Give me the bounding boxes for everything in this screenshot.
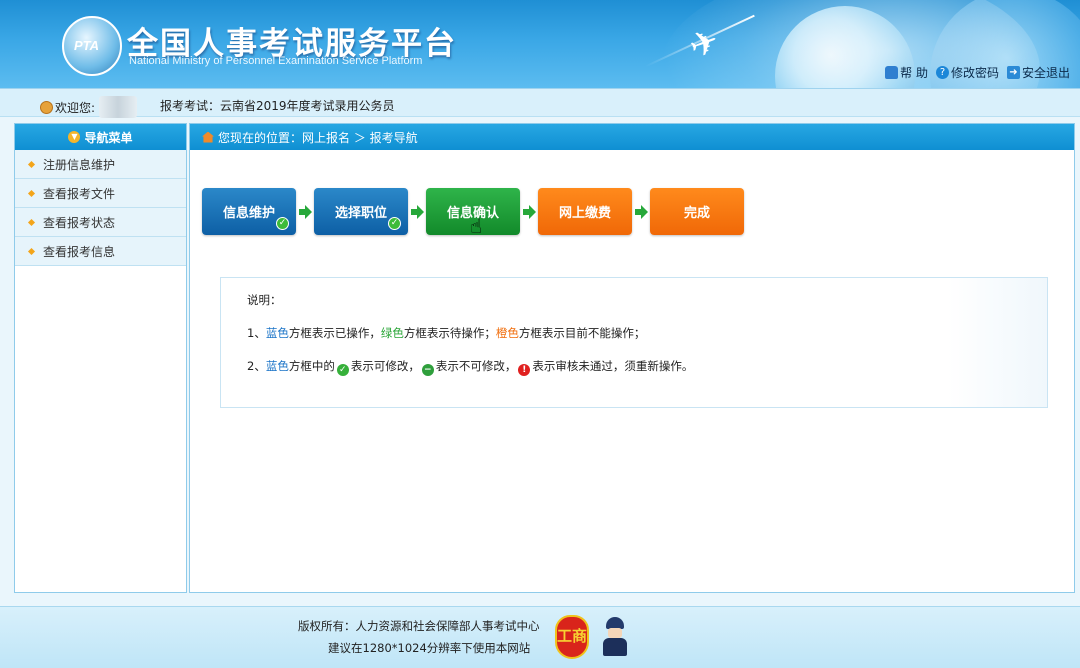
breadcrumb-text: 您现在的位置：网上报名 ＞ 报考导航 [218,130,418,145]
police-face [608,628,622,638]
logout-link[interactable]: ➜ 安全退出 [1006,64,1070,81]
lock-icon [885,66,899,79]
step-label: 信息维护 [222,206,275,221]
step-confirm-info[interactable]: 信息确认 ☝ [426,188,520,238]
business-license-badge[interactable]: 工商 [555,615,589,659]
line-text: 方框表示目前不能操作； [518,326,646,340]
instructions-box: 说明： 1、蓝色方框表示已操作，绿色方框表示待操作；橙色方框表示目前不能操作； … [220,277,1048,408]
welcome: 欢迎您: [40,96,138,118]
step-info-maintenance[interactable]: 信息维护 ✓ [202,188,296,235]
arrow-right-icon [297,202,313,222]
username-redacted [99,96,138,118]
change-password-link[interactable]: ? 修改密码 [935,64,999,81]
question-icon: ? [935,66,949,79]
bullet-icon [27,218,36,227]
line-text: 方框中的 [288,359,335,373]
sidebar-item-label: 查看报考状态 [43,215,116,230]
footer: 版权所有：人力资源和社会保障部人事考试中心 建议在1280*1024分辨率下使用… [0,606,1080,668]
user-icon [40,100,53,114]
alert-icon: ! [518,364,531,376]
bullet-icon [27,189,36,198]
check-icon: ✓ [388,217,401,230]
step-label: 选择职位 [334,206,387,221]
step-select-position[interactable]: 选择职位 ✓ [314,188,408,235]
hand-cursor-icon: ☝ [470,214,483,238]
sidebar-item-view-status[interactable]: 查看报考状态 [15,208,186,237]
sidebar: ▼ 导航菜单 注册信息维护 查看报考文件 查看报考状态 查看报考信息 [14,123,187,593]
police-body [603,638,627,656]
blue-label: 蓝色 [265,326,289,340]
step-complete[interactable]: 完成 [650,188,744,235]
pta-logo: PTA [62,16,122,76]
step-online-payment[interactable]: 网上缴费 [538,188,632,235]
sidebar-item-label: 查看报考文件 [43,186,116,201]
help-link[interactable]: 帮 助 [885,64,928,81]
copyright-text: 版权所有：人力资源和社会保障部人事考试中心 [298,619,540,633]
instructions-title: 说明： [247,293,282,307]
orange-label: 橙色 [495,326,519,340]
line-text: 表示不可修改， [435,359,517,373]
header: ✈ PTA 全国人事考试服务平台 National Ministry of Pe… [0,0,1080,88]
sidebar-title: 导航菜单 [84,130,133,145]
exit-icon: ➜ [1006,66,1020,79]
chevron-down-icon: ▼ [68,131,81,143]
minus-icon: − [421,364,434,376]
site-subtitle: National Ministry of Personnel Examinati… [129,55,423,67]
sidebar-item-label: 注册信息维护 [43,157,116,172]
sidebar-item-view-info[interactable]: 查看报考信息 [15,237,186,266]
arrow-right-icon [633,202,649,222]
sidebar-item-label: 查看报考信息 [43,244,116,259]
bullet-icon [27,247,36,256]
line-text: 表示可修改， [350,359,420,373]
check-icon: ✓ [336,364,349,376]
sidebar-item-view-files[interactable]: 查看报考文件 [15,179,186,208]
top-links: 帮 助 ? 修改密码 ➜ 安全退出 [885,64,1070,81]
green-label: 绿色 [380,326,404,340]
step-flow: 信息维护 ✓ 选择职位 ✓ 信息确认 ☝ 网上缴费 完成 [202,188,744,238]
welcome-label: 欢迎您: [55,100,96,115]
logo-text: PTA [74,38,100,53]
line-text: 方框表示待操作； [403,326,496,340]
instruction-line-2: 2、蓝色方框中的 ✓ 表示可修改， − 表示不可修改，! 表示审核未通过，须重新操作。 [247,358,1021,376]
bullet-icon [27,160,36,169]
badge-text: 工商 [557,627,588,645]
check-icon: ✓ [276,217,289,230]
breadcrumb: 您现在的位置：网上报名 ＞ 报考导航 [190,124,1074,150]
arrow-right-icon [409,202,425,222]
main-panel: 您现在的位置：网上报名 ＞ 报考导航 信息维护 ✓ 选择职位 ✓ 信息确认 ☝ … [189,123,1075,593]
arrow-right-icon [521,202,537,222]
line-prefix: 2、 [247,359,266,373]
exam-label: 报考考试：云南省2019年度考试录用公务员 [160,99,395,113]
instruction-line-1: 1、蓝色方框表示已操作，绿色方框表示待操作；橙色方框表示目前不能操作； [247,325,1021,341]
home-icon [202,131,214,143]
help-link-label: 帮 助 [900,66,928,80]
line-prefix: 1、 [247,326,266,340]
logout-label: 安全退出 [1021,66,1070,80]
sidebar-item-register-info[interactable]: 注册信息维护 [15,150,186,179]
user-bar: 欢迎您: 报考考试：云南省2019年度考试录用公务员 [0,88,1080,118]
line-text: 表示审核未通过，须重新操作。 [532,359,694,373]
resolution-text: 建议在1280*1024分辨率下使用本网站 [328,641,531,655]
step-label: 网上缴费 [558,206,611,221]
change-password-label: 修改密码 [950,66,999,80]
sidebar-header: ▼ 导航菜单 [15,124,186,150]
line-text: 方框表示已操作， [288,326,381,340]
step-label: 完成 [683,206,710,221]
blue-label: 蓝色 [265,359,289,373]
police-badge[interactable] [600,617,630,657]
